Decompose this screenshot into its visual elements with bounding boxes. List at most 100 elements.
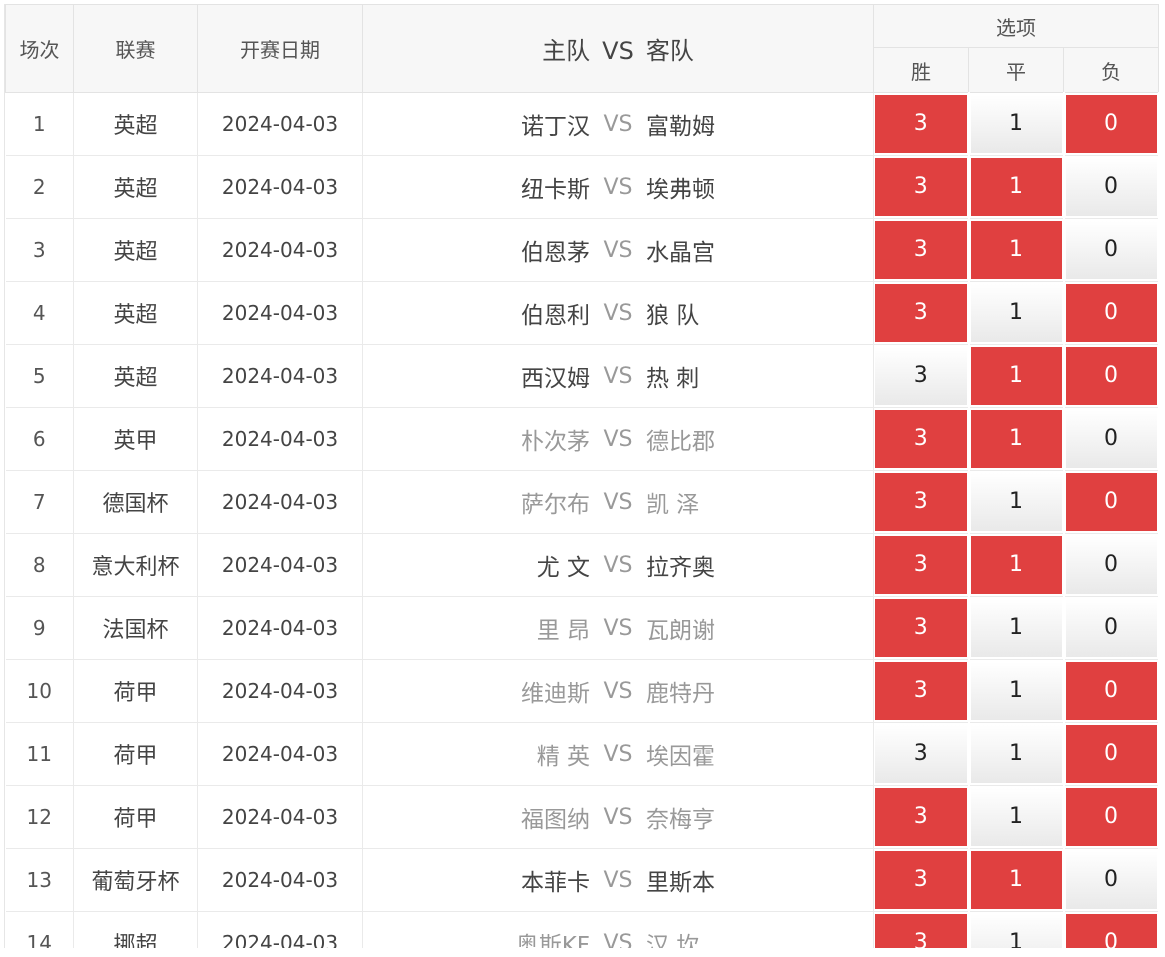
option-win-button[interactable]: 3 xyxy=(875,662,967,720)
option-cell-draw: 1 xyxy=(968,659,1065,723)
option-loss-button[interactable]: 0 xyxy=(1065,347,1157,405)
league-name: 荷甲 xyxy=(73,659,198,723)
option-win-button[interactable]: 3 xyxy=(875,914,967,948)
option-cell-win: 3 xyxy=(873,407,970,471)
option-cell-loss: 0 xyxy=(1063,659,1160,723)
away-team: 热 刺 xyxy=(646,366,700,392)
option-win-button[interactable]: 3 xyxy=(875,347,967,405)
match-cell: 朴次茅 VS 德比郡 xyxy=(362,407,874,471)
option-win-button[interactable]: 3 xyxy=(875,221,967,279)
away-team: 富勒姆 xyxy=(646,114,715,140)
option-cell-draw: 1 xyxy=(968,785,1065,849)
match-index: 13 xyxy=(5,848,74,912)
option-win-button[interactable]: 3 xyxy=(875,410,967,468)
vs-label: VS xyxy=(603,237,633,263)
match-teams: 萨尔布 VS 凯 泽 xyxy=(363,485,873,519)
option-loss-button[interactable]: 0 xyxy=(1065,221,1157,279)
option-loss-button[interactable]: 0 xyxy=(1065,284,1157,342)
option-cell-win: 3 xyxy=(873,785,970,849)
header-league: 联赛 xyxy=(73,4,198,93)
match-index: 9 xyxy=(5,596,74,660)
match-date: 2024-04-03 xyxy=(197,92,363,156)
option-draw-button[interactable]: 1 xyxy=(970,851,1062,909)
option-draw-button[interactable]: 1 xyxy=(970,788,1062,846)
match-index: 8 xyxy=(5,533,74,597)
table-row: 8 意大利杯 2024-04-03 尤 文 VS 拉齐奥 3 1 0 xyxy=(5,533,1160,597)
option-cell-win: 3 xyxy=(873,911,970,948)
vs-label: VS xyxy=(603,615,633,641)
option-win-button[interactable]: 3 xyxy=(875,95,967,153)
option-loss-button[interactable]: 0 xyxy=(1065,158,1157,216)
league-name: 英超 xyxy=(73,155,198,219)
option-draw-button[interactable]: 1 xyxy=(970,284,1062,342)
option-loss-button[interactable]: 0 xyxy=(1065,851,1157,909)
option-win-button[interactable]: 3 xyxy=(875,851,967,909)
option-loss-button[interactable]: 0 xyxy=(1065,536,1157,594)
match-teams: 福图纳 VS 奈梅亨 xyxy=(363,800,873,834)
header-vs: VS xyxy=(602,37,634,65)
option-draw-button[interactable]: 1 xyxy=(970,95,1062,153)
option-cell-loss: 0 xyxy=(1063,785,1160,849)
match-index: 14 xyxy=(5,911,74,948)
option-loss-button[interactable]: 0 xyxy=(1065,914,1157,948)
option-loss-button[interactable]: 0 xyxy=(1065,788,1157,846)
table-row: 7 德国杯 2024-04-03 萨尔布 VS 凯 泽 310 xyxy=(5,470,1160,534)
option-draw-button[interactable]: 1 xyxy=(970,410,1062,468)
option-win-button[interactable]: 3 xyxy=(875,284,967,342)
option-win-button[interactable]: 3 xyxy=(875,788,967,846)
option-win-button[interactable]: 3 xyxy=(875,599,967,657)
match-date: 2024-04-03 xyxy=(197,155,363,219)
option-draw-button[interactable]: 1 xyxy=(970,473,1062,531)
away-team: 狼 队 xyxy=(646,303,700,329)
option-draw-button[interactable]: 1 xyxy=(970,599,1062,657)
match-date: 2024-04-03 xyxy=(197,533,363,597)
option-win-button[interactable]: 3 xyxy=(875,725,967,783)
table-row: 6 英甲 2024-04-03 朴次茅 VS 德比郡 3 1 0 xyxy=(5,407,1160,471)
table-row: 12 荷甲 2024-04-03 福图纳 VS 奈梅亨 3 1 0 xyxy=(5,785,1160,849)
header-match: 主队 VS 客队 xyxy=(362,4,874,93)
option-loss-button[interactable]: 0 xyxy=(1065,95,1157,153)
option-cell-win: 3 xyxy=(873,722,970,786)
match-date: 2024-04-03 xyxy=(197,596,363,660)
option-draw-button[interactable]: 1 xyxy=(970,221,1062,279)
option-cell-loss: 0 xyxy=(1063,344,1160,408)
option-win-button[interactable]: 3 xyxy=(875,536,967,594)
option-cell-win: 3 xyxy=(873,281,970,345)
option-draw-button[interactable]: 1 xyxy=(970,914,1062,948)
match-teams: 尤 文 VS 拉齐奥 xyxy=(363,548,873,582)
home-team: 西汉姆 xyxy=(521,366,590,392)
table-header: 场次 联赛 开赛日期 主队 VS 客队 选项 胜 平 负 xyxy=(5,4,1160,93)
vs-label: VS xyxy=(603,363,633,389)
option-draw-button[interactable]: 1 xyxy=(970,536,1062,594)
match-date: 2024-04-03 xyxy=(197,848,363,912)
option-loss-button[interactable]: 0 xyxy=(1065,725,1157,783)
home-team: 里 昂 xyxy=(536,618,590,644)
option-win-button[interactable]: 3 xyxy=(875,473,967,531)
match-date: 2024-04-03 xyxy=(197,911,363,948)
match-cell: 福图纳 VS 奈梅亨 xyxy=(362,785,874,849)
option-draw-button[interactable]: 1 xyxy=(970,725,1062,783)
home-team: 精 英 xyxy=(536,744,590,770)
option-draw-button[interactable]: 1 xyxy=(970,347,1062,405)
home-team: 尤 文 xyxy=(536,555,590,581)
option-win-button[interactable]: 3 xyxy=(875,158,967,216)
option-loss-button[interactable]: 0 xyxy=(1065,473,1157,531)
option-loss-button[interactable]: 0 xyxy=(1065,599,1157,657)
option-draw-button[interactable]: 1 xyxy=(970,158,1062,216)
header-options: 选项 xyxy=(872,4,1160,48)
league-name: 荷甲 xyxy=(73,785,198,849)
away-team: 拉齐奥 xyxy=(646,555,715,581)
vs-label: VS xyxy=(603,741,633,767)
match-date: 2024-04-03 xyxy=(197,407,363,471)
option-cell-loss: 0 xyxy=(1063,218,1160,282)
option-draw-button[interactable]: 1 xyxy=(970,662,1062,720)
option-loss-button[interactable]: 0 xyxy=(1065,662,1157,720)
home-team: 维迪斯 xyxy=(521,681,590,707)
league-name: 葡萄牙杯 xyxy=(73,848,198,912)
vs-label: VS xyxy=(603,300,633,326)
match-index: 12 xyxy=(5,785,74,849)
option-loss-button[interactable]: 0 xyxy=(1065,410,1157,468)
away-team: 凯 泽 xyxy=(646,492,700,518)
header-home: 主队 xyxy=(542,37,591,65)
option-cell-loss: 0 xyxy=(1063,596,1160,660)
